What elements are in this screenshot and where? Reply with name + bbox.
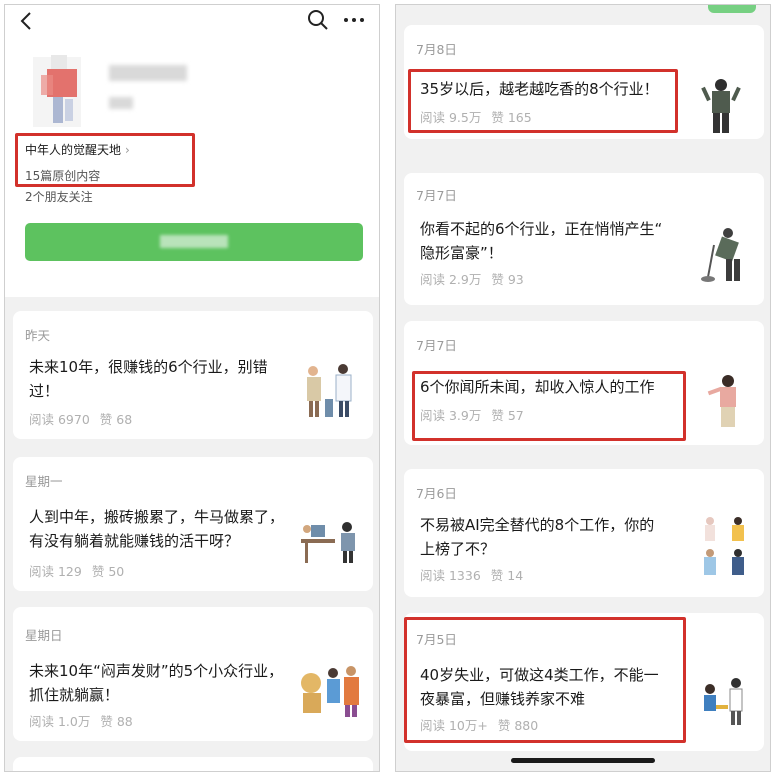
back-arrow-icon[interactable] [17, 9, 37, 33]
read-count: 阅读 2.9万 [420, 272, 482, 287]
read-count: 阅读 6970 [29, 412, 90, 427]
like-count: 赞 14 [490, 568, 524, 583]
blurred-account-title [109, 65, 187, 81]
article-title: 人到中年，搬砖搬累了，牛马做累了， 有没有躺着就能赚钱的活干呀？ [29, 508, 285, 550]
article-thumbnail [707, 375, 736, 427]
read-count: 阅读 129 [29, 564, 82, 579]
highlight-box [15, 133, 195, 187]
article-date: 7月7日 [416, 188, 457, 203]
home-indicator[interactable] [511, 758, 655, 763]
article-card-partial[interactable] [13, 757, 373, 771]
article-card[interactable]: 7月5日 40岁失业，可做这4类工作，不能一 夜暴富，但赚钱养家不难 阅读 10… [404, 613, 764, 751]
like-count: 赞 93 [491, 272, 524, 287]
article-title: 你看不起的6个行业，正在悄悄产生“ 隐形富豪”！ [420, 220, 663, 262]
article-card[interactable]: 7月6日 不易被AI完全替代的8个工作，你的 上榜了不？ 阅读 1336 赞 14 [404, 469, 764, 597]
article-stats: 阅读 6970 赞 68 [29, 409, 132, 428]
article-card[interactable]: 7月7日 6个你闻所未闻，却收入惊人的工作 阅读 3.9万赞 57 [404, 321, 764, 445]
article-date: 7月7日 [416, 338, 457, 353]
account-header: 中年人的觉醒天地 › 15篇原创内容 2个朋友关注 [5, 5, 379, 297]
article-title: 未来10年，很赚钱的6个行业，别错 过！ [29, 358, 268, 400]
article-thumbnail [301, 666, 359, 717]
article-thumbnail [704, 517, 744, 575]
article-card[interactable]: 星期日 未来10年“闷声发财”的5个小众行业， 抓住就躺赢！ 阅读 1.0万赞 … [13, 607, 373, 741]
account-profile-panel: 中年人的觉醒天地 › 15篇原创内容 2个朋友关注 昨天 未来10年，很赚钱的6个… [4, 4, 380, 772]
avatar[interactable] [25, 49, 89, 127]
blurred-account-subtitle [109, 97, 133, 109]
read-count: 阅读 1336 [420, 568, 481, 583]
article-card[interactable]: 星期一 人到中年，搬砖搬累了，牛马做累了， 有没有躺着就能赚钱的活干呀？ 阅读 … [13, 457, 373, 591]
article-thumbnail [307, 364, 352, 417]
article-stats: 阅读 1.0万赞 88 [29, 711, 133, 730]
article-stats: 阅读 129 赞 50 [29, 561, 124, 580]
article-list-panel: 7月8日 35岁以后，越老越吃香的8个行业！ 阅读 9.5万赞 165 7月7日… [395, 4, 771, 772]
like-count: 赞 68 [99, 412, 133, 427]
article-thumbnail [701, 228, 740, 282]
article-date: 昨天 [25, 328, 51, 343]
article-card[interactable]: 7月7日 你看不起的6个行业，正在悄悄产生“ 隐形富豪”！ 阅读 2.9万赞 9… [404, 173, 764, 305]
article-thumbnail [701, 79, 741, 133]
follow-button[interactable] [25, 223, 363, 261]
highlight-box [408, 69, 678, 133]
read-count: 阅读 1.0万 [29, 714, 91, 729]
article-stats: 阅读 2.9万赞 93 [420, 269, 524, 288]
article-title: 未来10年“闷声发财”的5个小众行业， 抓住就躺赢！ [29, 662, 284, 704]
article-thumbnail [301, 522, 355, 563]
blurred-button-label [160, 235, 228, 248]
like-count: 赞 88 [100, 714, 133, 729]
article-date: 7月8日 [416, 42, 457, 57]
article-card[interactable]: 昨天 未来10年，很赚钱的6个行业，别错 过！ 阅读 6970 赞 68 [13, 311, 373, 439]
search-icon[interactable] [307, 9, 329, 31]
like-count: 赞 50 [91, 564, 125, 579]
article-thumbnail [704, 678, 743, 725]
article-stats: 阅读 1336 赞 14 [420, 565, 523, 584]
article-date: 星期日 [25, 628, 63, 643]
article-date: 7月6日 [416, 486, 457, 501]
friends-following[interactable]: 2个朋友关注 [25, 188, 93, 205]
highlight-box [412, 371, 686, 441]
partial-button [708, 5, 756, 13]
article-card[interactable]: 7月8日 35岁以后，越老越吃香的8个行业！ 阅读 9.5万赞 165 [404, 25, 764, 139]
highlight-box [404, 617, 686, 743]
more-icon[interactable] [342, 11, 366, 29]
article-date: 星期一 [25, 474, 63, 489]
article-title: 不易被AI完全替代的8个工作，你的 上榜了不？ [420, 516, 655, 558]
